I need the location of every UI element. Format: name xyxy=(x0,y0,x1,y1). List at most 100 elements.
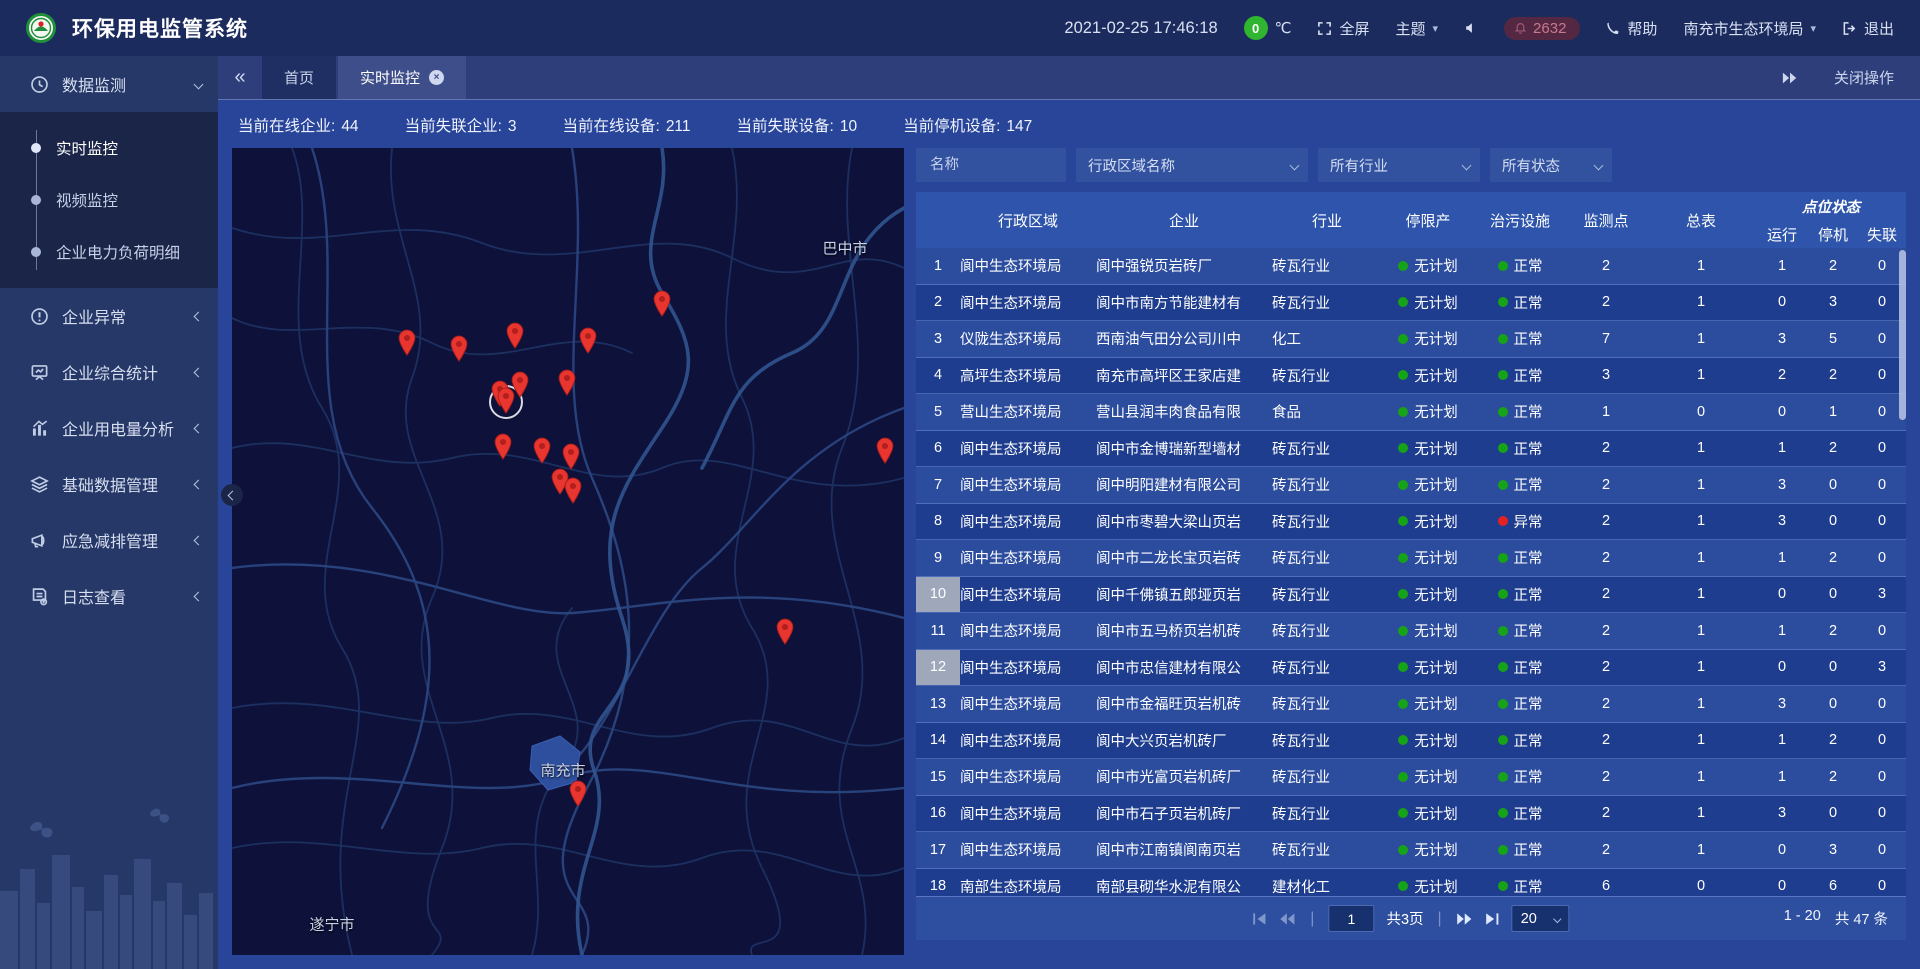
map-pin-icon[interactable] xyxy=(505,322,525,349)
table-row[interactable]: 14阆中生态环境局阆中大兴页岩机砖厂砖瓦行业无计划正常21120 xyxy=(916,723,1906,760)
sidebar-item-应急减排管理[interactable]: 应急减排管理 xyxy=(0,512,218,568)
sidebar-subitem-企业电力负荷明细[interactable]: 企业电力负荷明细 xyxy=(0,226,218,278)
map-pin-icon[interactable] xyxy=(557,369,577,396)
table-row[interactable]: 6阆中生态环境局阆中市金博瑞新型墙材砖瓦行业无计划正常21120 xyxy=(916,431,1906,468)
fullscreen-button[interactable]: 全屏 xyxy=(1317,18,1369,39)
map-pin-icon[interactable] xyxy=(568,780,588,807)
map-pin-icon[interactable] xyxy=(563,477,583,504)
close-icon[interactable]: × xyxy=(429,70,444,85)
map-pin-icon[interactable] xyxy=(493,433,513,460)
sidebar-subitem-实时监控[interactable]: 实时监控 xyxy=(0,122,218,174)
table-row[interactable]: 11阆中生态环境局阆中市五马桥页岩机砖砖瓦行业无计划正常21120 xyxy=(916,613,1906,650)
first-page-button[interactable] xyxy=(1252,912,1267,926)
sidebar-item-企业用电量分析[interactable]: 企业用电量分析 xyxy=(0,400,218,456)
table-row[interactable]: 3仪陇生态环境局西南油气田分公司川中化工无计划正常71350 xyxy=(916,321,1906,358)
sidebar-item-日志查看[interactable]: 日志查看 xyxy=(0,568,218,624)
cell-no: 14 xyxy=(916,723,960,759)
map-pin-icon[interactable] xyxy=(561,443,581,470)
previous-page-button[interactable] xyxy=(1279,912,1296,926)
table-row[interactable]: 7阆中生态环境局阆中明阳建材有限公司砖瓦行业无计划正常21300 xyxy=(916,467,1906,504)
cell-run: 0 xyxy=(1756,285,1808,321)
stat-label: 当前停机设备: xyxy=(903,118,1000,135)
city-skyline-watermark xyxy=(0,799,218,969)
status-dot-green xyxy=(1498,808,1508,818)
map-pin-icon[interactable] xyxy=(775,618,795,645)
map-collapse-button[interactable] xyxy=(221,484,243,506)
table-row[interactable]: 12阆中生态环境局阆中市忠信建材有限公砖瓦行业无计划正常21003 xyxy=(916,650,1906,687)
page-size-select[interactable]: 20 xyxy=(1512,905,1570,932)
sidebar-item-基础数据管理[interactable]: 基础数据管理 xyxy=(0,456,218,512)
table-row[interactable]: 8阆中生态环境局阆中市枣碧大梁山页岩砖瓦行业无计划异常21300 xyxy=(916,504,1906,541)
table-row[interactable]: 13阆中生态环境局阆中市金福旺页岩机砖砖瓦行业无计划正常21300 xyxy=(916,686,1906,723)
table-row[interactable]: 18南部生态环境局南部县砌华水泥有限公建材化工无计划正常60060 xyxy=(916,869,1906,897)
map-pin-icon[interactable] xyxy=(875,437,895,464)
map-pin-icon[interactable] xyxy=(449,335,469,362)
tabs-scroll-left-button[interactable]: « xyxy=(218,56,262,99)
cell-run: 3 xyxy=(1756,504,1808,540)
cell-industry: 砖瓦行业 xyxy=(1272,467,1382,503)
cell-lost: 0 xyxy=(1858,796,1906,832)
stats-icon xyxy=(30,363,49,382)
industry-filter-select[interactable]: 所有行业 xyxy=(1318,148,1480,182)
table-row[interactable]: 17阆中生态环境局阆中市江南镇阆南页岩砖瓦行业无计划正常21030 xyxy=(916,832,1906,869)
notification-badge[interactable]: 2632 xyxy=(1504,17,1580,40)
cell-monitor: 2 xyxy=(1566,431,1646,467)
sidebar-item-label: 日志查看 xyxy=(62,584,182,608)
table-row[interactable]: 15阆中生态环境局阆中市光富页岩机砖厂砖瓦行业无计划正常21120 xyxy=(916,759,1906,796)
status-filter-select[interactable]: 所有状态 xyxy=(1490,148,1612,182)
status-label: 无计划 xyxy=(1414,438,1458,459)
status-dot-green xyxy=(1398,261,1408,271)
help-button[interactable]: 帮助 xyxy=(1606,18,1657,39)
alert-icon xyxy=(30,307,49,326)
sound-toggle-button[interactable] xyxy=(1464,21,1478,35)
cell-industry: 建材化工 xyxy=(1272,869,1382,897)
cell-run: 3 xyxy=(1756,467,1808,503)
table-row[interactable]: 10阆中生态环境局阆中千佛镇五郎垭页岩砖瓦行业无计划正常21003 xyxy=(916,577,1906,614)
table-row[interactable]: 2阆中生态环境局阆中市南方节能建材有砖瓦行业无计划正常21030 xyxy=(916,285,1906,322)
region-filter-select[interactable]: 行政区域名称 xyxy=(1076,148,1308,182)
table-row[interactable]: 5营山生态环境局营山县润丰肉食品有限食品无计划正常10010 xyxy=(916,394,1906,431)
map-pin-icon[interactable] xyxy=(652,290,672,317)
stat-value: 3 xyxy=(508,118,517,135)
table-row[interactable]: 1阆中生态环境局阆中强锐页岩砖厂砖瓦行业无计划正常21120 xyxy=(916,248,1906,285)
status-label: 正常 xyxy=(1514,401,1543,422)
tabs-scroll-right-icon[interactable] xyxy=(1782,71,1798,85)
sidebar-item-数据监测[interactable]: 数据监测 xyxy=(0,56,218,112)
page-number-input[interactable] xyxy=(1328,905,1374,932)
map-pin-icon[interactable] xyxy=(496,387,516,414)
group-header-label: 点位状态 xyxy=(1756,192,1906,220)
status-dot-green xyxy=(1498,699,1508,709)
last-page-button[interactable] xyxy=(1485,912,1500,926)
map-panel[interactable]: 巴中市南充市遂宁市 xyxy=(232,148,904,955)
status-dot-green xyxy=(1498,772,1508,782)
map-pin-icon[interactable] xyxy=(397,329,417,356)
logout-button[interactable]: 退出 xyxy=(1842,18,1894,39)
theme-menu[interactable]: 主题 ▾ xyxy=(1396,18,1439,39)
org-menu[interactable]: 南充市生态环境局 ▾ xyxy=(1683,18,1816,39)
cell-no: 12 xyxy=(916,650,960,686)
tab-实时监控[interactable]: 实时监控× xyxy=(338,56,466,99)
close-operations-button[interactable]: 关闭操作 xyxy=(1834,67,1894,88)
table-row[interactable]: 9阆中生态环境局阆中市二龙长宝页岩砖砖瓦行业无计划正常21120 xyxy=(916,540,1906,577)
table-body: 1阆中生态环境局阆中强锐页岩砖厂砖瓦行业无计划正常211202阆中生态环境局阆中… xyxy=(916,248,1906,896)
name-filter-input[interactable] xyxy=(928,156,1056,174)
sidebar-subitem-视频监控[interactable]: 视频监控 xyxy=(0,174,218,226)
chevron-left-icon xyxy=(227,490,237,500)
map-pin-icon[interactable] xyxy=(532,437,552,464)
tab-首页[interactable]: 首页 xyxy=(262,56,336,99)
next-page-button[interactable] xyxy=(1456,912,1473,926)
status-label: 无计划 xyxy=(1414,803,1458,824)
table-scrollbar[interactable] xyxy=(1899,250,1906,420)
cell-meter: 1 xyxy=(1646,540,1756,576)
cell-facility: 正常 xyxy=(1474,577,1566,613)
sidebar-item-企业综合统计[interactable]: 企业综合统计 xyxy=(0,344,218,400)
stats-bar: 当前在线企业:44当前失联企业:3当前在线设备:211当前失联设备:10当前停机… xyxy=(218,101,1920,148)
table-row[interactable]: 4高坪生态环境局南充市高坪区王家店建砖瓦行业无计划正常31220 xyxy=(916,358,1906,395)
pager-divider: | xyxy=(1438,910,1442,928)
chevron-down-icon xyxy=(1290,160,1300,170)
map-pin-icon[interactable] xyxy=(578,327,598,354)
cell-industry: 砖瓦行业 xyxy=(1272,540,1382,576)
table-row[interactable]: 16阆中生态环境局阆中市石子页岩机砖厂砖瓦行业无计划正常21300 xyxy=(916,796,1906,833)
sidebar-item-企业异常[interactable]: 企业异常 xyxy=(0,288,218,344)
column-header: 停限产 xyxy=(1382,192,1474,248)
